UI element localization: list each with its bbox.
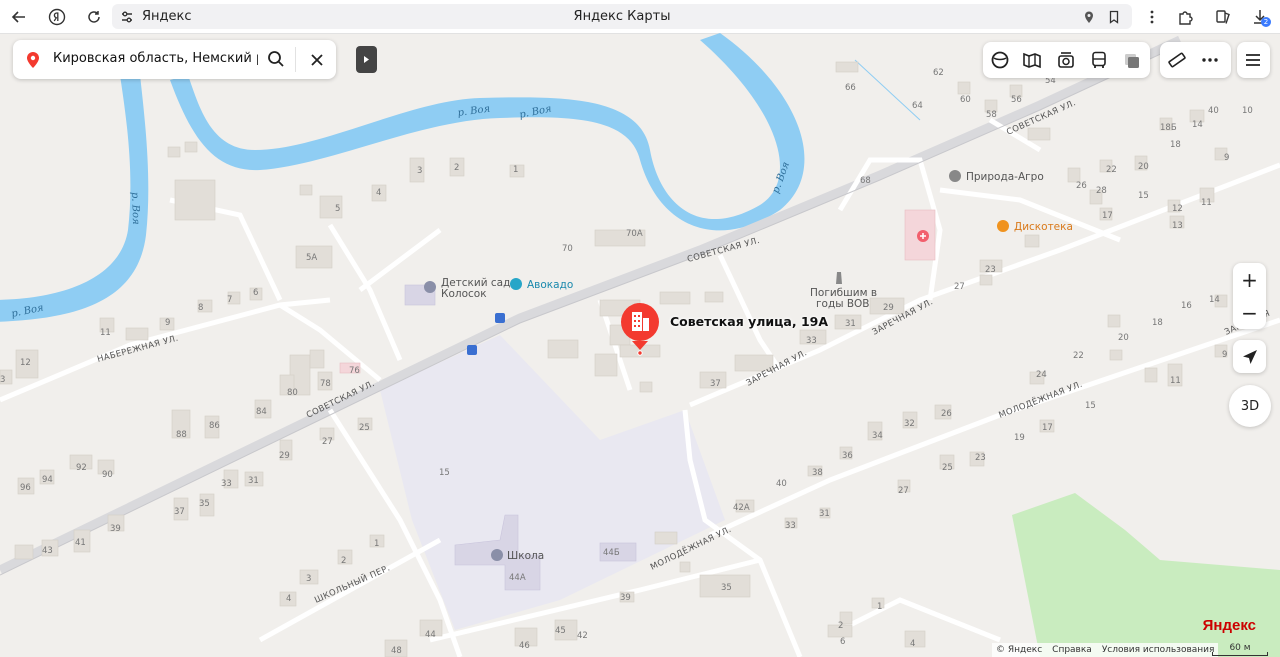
reload-icon[interactable] <box>83 6 105 28</box>
divider <box>295 47 296 72</box>
main-menu <box>1237 42 1270 78</box>
traffic-icon[interactable] <box>1120 48 1144 72</box>
copyright-bar: © Яндекс Справка Условия использования <box>992 643 1219 657</box>
menu-icon[interactable] <box>1241 48 1265 72</box>
help-link[interactable]: Справка <box>1052 645 1092 655</box>
zoom-out-button[interactable]: − <box>1233 296 1266 329</box>
zoom-control: + − <box>1233 263 1266 329</box>
collections-icon[interactable] <box>1212 6 1234 28</box>
transport-icon[interactable] <box>1087 48 1111 72</box>
address-bar[interactable]: Яндекс Яндекс Карты <box>112 4 1132 29</box>
map-svg <box>0 33 1280 657</box>
url-site: Яндекс <box>142 9 192 24</box>
zoom-in-button[interactable]: + <box>1233 263 1266 296</box>
search-icon[interactable] <box>267 50 285 72</box>
downloads-badge: 2 <box>1261 17 1271 27</box>
ruler-icon[interactable] <box>1165 48 1189 72</box>
site-settings-icon[interactable] <box>120 9 134 28</box>
play-icon <box>364 56 369 63</box>
copyright-text[interactable]: © Яндекс <box>996 645 1042 655</box>
tools-toolbar <box>1160 42 1231 78</box>
pin-icon <box>25 51 41 73</box>
map-scale: 60 м <box>1212 643 1268 657</box>
3d-button[interactable]: 3D <box>1229 385 1271 427</box>
browser-bar: Яндекс Яндекс Карты 2 <box>0 0 1280 34</box>
search-input[interactable]: Кировская область, Немский район, <box>53 51 258 66</box>
camera-icon[interactable] <box>1054 48 1078 72</box>
map-canvas[interactable]: р. Воя р. Воя р. Воя р. Воя р. Воя СОВЕТ… <box>0 33 1280 657</box>
locate-me-button[interactable] <box>1233 340 1266 373</box>
location-icon[interactable] <box>1082 9 1096 28</box>
search-panel: Кировская область, Немский район, <box>13 40 336 79</box>
river-main <box>0 75 149 322</box>
map-layers-toolbar <box>983 42 1150 78</box>
panorama-icon[interactable] <box>1020 48 1044 72</box>
close-icon[interactable] <box>310 52 324 71</box>
scale-bar <box>1212 652 1268 656</box>
page-title: Яндекс Карты <box>573 9 671 24</box>
yandex-logo-icon[interactable] <box>46 6 68 28</box>
place-title[interactable]: Советская улица, 19А <box>670 314 828 329</box>
layers-icon[interactable] <box>988 48 1012 72</box>
extensions-icon[interactable] <box>1175 6 1197 28</box>
more-icon[interactable] <box>1198 48 1222 72</box>
downloads-icon[interactable]: 2 <box>1249 6 1271 28</box>
more-vertical-icon[interactable] <box>1141 6 1163 28</box>
collapse-panel-button[interactable] <box>356 46 377 73</box>
terms-link[interactable]: Условия использования <box>1102 645 1215 655</box>
back-icon[interactable] <box>8 6 30 28</box>
navigation-arrow-icon <box>1242 349 1257 364</box>
yandex-brand: Яндекс <box>1202 617 1256 634</box>
bookmark-icon[interactable] <box>1107 9 1121 28</box>
